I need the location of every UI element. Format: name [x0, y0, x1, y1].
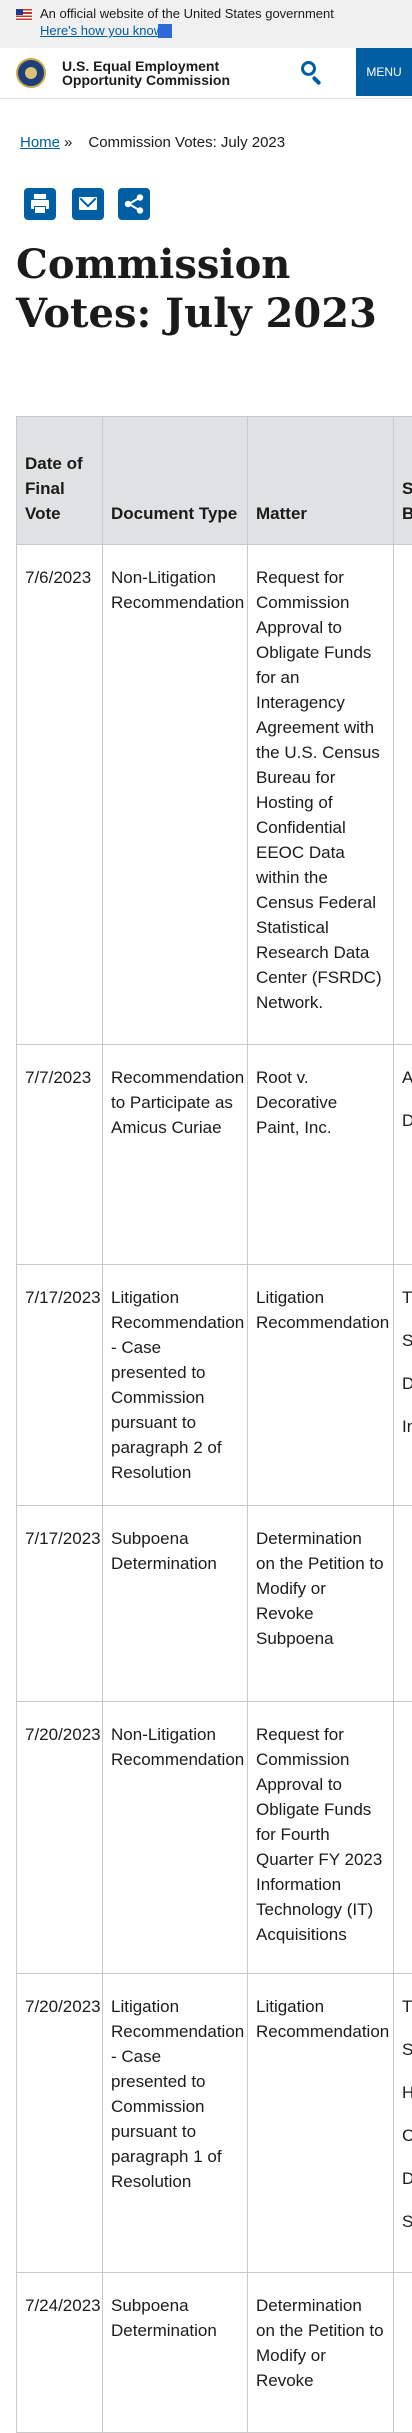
- cell-issues: [394, 2273, 412, 2433]
- cell-doc-type: Litigation Recommendation - Case present…: [103, 1265, 248, 1506]
- table-row: 7/24/2023 Subpoena Determination Determi…: [17, 2273, 412, 2433]
- cell-issues: T S D In: [394, 1265, 412, 1506]
- heres-how-you-know-link[interactable]: Here's how you know: [40, 23, 163, 38]
- issue-line: S: [402, 2037, 412, 2062]
- issue-line: D: [402, 1371, 412, 1396]
- cell-doc-type: Litigation Recommendation - Case present…: [103, 1974, 248, 2273]
- cell-issues: A D: [394, 1045, 412, 1265]
- issue-line: C: [402, 2123, 412, 2148]
- page-title: Commission Votes: July 2023: [16, 240, 396, 338]
- issue-line: S: [402, 1328, 412, 1353]
- menu-button[interactable]: MENU: [356, 48, 412, 96]
- cell-doc-type: Subpoena Determination: [103, 1506, 248, 1702]
- cell-issues: [394, 545, 412, 1045]
- agency-name-line2[interactable]: Opportunity Commission: [62, 72, 230, 88]
- issue-line: A: [402, 1065, 412, 1090]
- table-row: 7/17/2023 Subpoena Determination Determi…: [17, 1506, 412, 1702]
- breadcrumb-current: Commission Votes: July 2023: [88, 134, 285, 151]
- table-row: 7/6/2023 Non-Litigation Recommendation R…: [17, 545, 412, 1045]
- cell-issues: [394, 1506, 412, 1702]
- agency-seal-icon[interactable]: [16, 58, 46, 88]
- cell-matter: Determination on the Petition to Modify …: [248, 1506, 394, 1702]
- cell-matter: Litigation Recommendation: [248, 1265, 394, 1506]
- issue-line: H: [402, 2080, 412, 2105]
- col-header-matter: Matter: [248, 417, 394, 545]
- gov-banner: An official website of the United States…: [0, 0, 412, 48]
- issue-line: T: [402, 1994, 412, 2019]
- cell-date: 7/6/2023: [17, 545, 103, 1045]
- search-icon: [301, 61, 316, 76]
- cell-issues: [394, 1702, 412, 1974]
- cell-matter: Request for Commission Approval to Oblig…: [248, 545, 394, 1045]
- breadcrumb-separator: »: [64, 134, 72, 151]
- table-row: 7/17/2023 Litigation Recommendation - Ca…: [17, 1265, 412, 1506]
- issue-line: T: [402, 1285, 412, 1310]
- cell-doc-type: Non-Litigation Recommendation: [103, 1702, 248, 1974]
- table-row: 7/20/2023 Litigation Recommendation - Ca…: [17, 1974, 412, 2273]
- print-icon[interactable]: [24, 188, 56, 220]
- cell-date: 7/20/2023: [17, 1974, 103, 2273]
- issue-line: In: [402, 1414, 412, 1439]
- cell-date: 7/17/2023: [17, 1506, 103, 1702]
- email-icon[interactable]: [72, 188, 104, 220]
- cell-matter: Litigation Recommendation: [248, 1974, 394, 2273]
- cell-date: 7/7/2023: [17, 1045, 103, 1265]
- table-row: 7/7/2023 Recommendation to Participate a…: [17, 1045, 412, 1265]
- breadcrumb-home-link[interactable]: Home: [20, 134, 60, 151]
- search-icon-handle: [312, 76, 322, 86]
- table-row: 7/20/2023 Non-Litigation Recommendation …: [17, 1702, 412, 1974]
- cell-date: 7/24/2023: [17, 2273, 103, 2433]
- us-flag-icon: [16, 9, 32, 20]
- breadcrumb: Home» Commission Votes: July 2023: [20, 134, 285, 151]
- col-header-date: Date of Final Vote: [17, 417, 103, 545]
- issue-line: D: [402, 2166, 412, 2191]
- cell-matter: Determination on the Petition to Modify …: [248, 2273, 394, 2433]
- search-button[interactable]: [292, 56, 332, 90]
- cell-matter: Root v. Decorative Paint, Inc.: [248, 1045, 394, 1265]
- votes-table-container[interactable]: Date of Final Vote Document Type Matter …: [16, 416, 412, 2433]
- cell-issues: T S H C D S: [394, 1974, 412, 2273]
- cell-date: 7/17/2023: [17, 1265, 103, 1506]
- table-header-row: Date of Final Vote Document Type Matter …: [17, 417, 412, 545]
- gov-official-text: An official website of the United States…: [40, 6, 334, 21]
- col-header-statutory-issues: Statutory Issue(s) Basis(es) Involved: [394, 417, 412, 545]
- issue-line: S: [402, 2209, 412, 2234]
- votes-table: Date of Final Vote Document Type Matter …: [16, 416, 412, 2433]
- issue-line: D: [402, 1108, 412, 1133]
- cell-date: 7/20/2023: [17, 1702, 103, 1974]
- chevron-down-icon[interactable]: [158, 24, 172, 38]
- cell-matter: Request for Commission Approval to Oblig…: [248, 1702, 394, 1974]
- share-icon[interactable]: [118, 188, 150, 220]
- cell-doc-type: Non-Litigation Recommendation: [103, 545, 248, 1045]
- cell-doc-type: Recommendation to Participate as Amicus …: [103, 1045, 248, 1265]
- site-header: U.S. Equal Employment Opportunity Commis…: [0, 48, 412, 99]
- cell-doc-type: Subpoena Determination: [103, 2273, 248, 2433]
- col-header-document-type: Document Type: [103, 417, 248, 545]
